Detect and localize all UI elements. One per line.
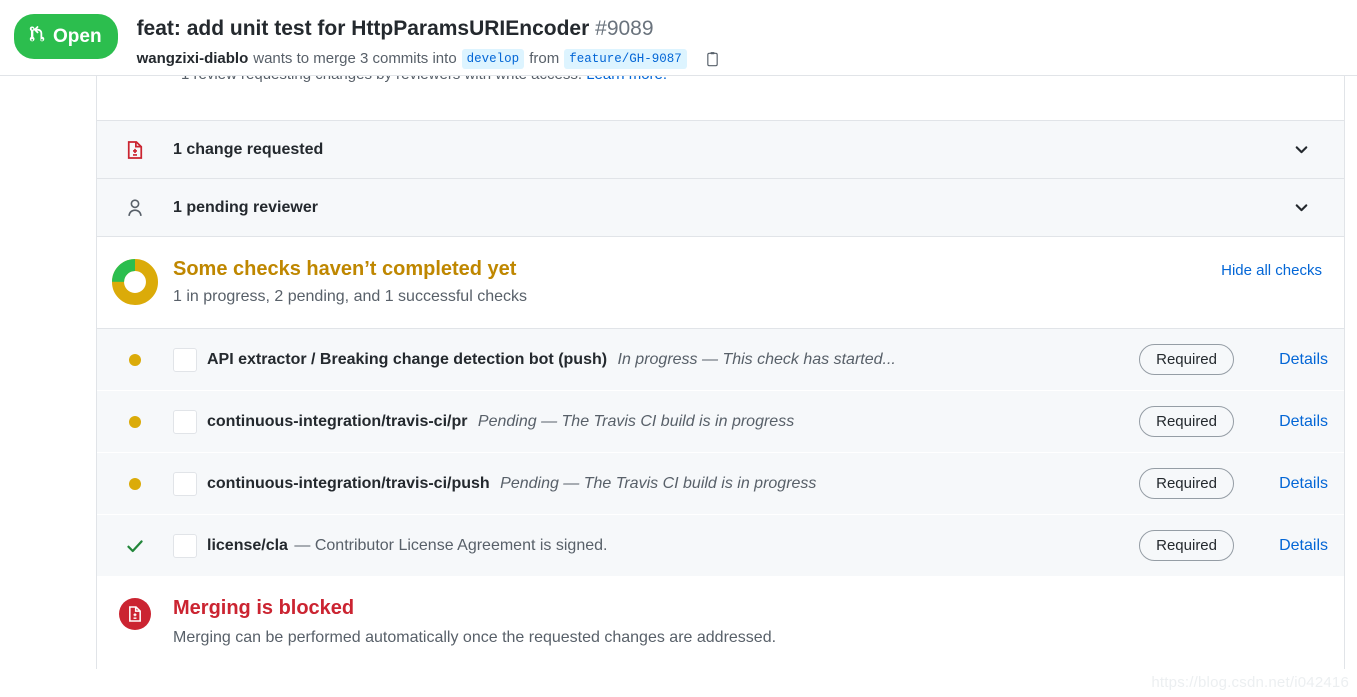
check-name: API extractor / Breaking change detectio… <box>207 350 608 368</box>
checks-summary: Some checks haven’t completed yet 1 in p… <box>97 237 1344 329</box>
from-text: from <box>529 50 560 67</box>
check-description: Pending — The Travis CI build is in prog… <box>500 474 817 492</box>
required-badge[interactable]: Required <box>1139 406 1234 437</box>
required-badge[interactable]: Required <box>1139 344 1234 375</box>
details-link[interactable]: Details <box>1264 413 1328 431</box>
check-description: In progress — This check has started... <box>617 350 896 368</box>
check-name: continuous-integration/travis-ci/pr <box>207 412 468 430</box>
checks-summary-texts: Some checks haven’t completed yet 1 in p… <box>173 256 1221 308</box>
row-label: 1 change requested <box>173 140 324 158</box>
details-link[interactable]: Details <box>1264 475 1328 493</box>
file-diff-icon <box>97 139 173 161</box>
check-avatar <box>173 347 197 372</box>
merging-blocked-icon-wrap <box>97 595 173 630</box>
merging-blocked-heading: Merging is blocked <box>173 597 355 619</box>
required-badge[interactable]: Required <box>1139 530 1234 561</box>
row-label: 1 pending reviewer <box>173 198 318 216</box>
pr-action-text: wants to merge 3 commits into <box>253 50 457 67</box>
check-text: license/cla — Contributor License Agreem… <box>207 535 1139 557</box>
base-branch-chip[interactable]: develop <box>461 49 525 69</box>
pr-title-line: feat: add unit test for HttpParamsURIEnc… <box>137 15 721 43</box>
chevron-down-icon[interactable] <box>1293 141 1328 158</box>
check-name: license/cla <box>207 536 288 554</box>
hide-all-checks-link[interactable]: Hide all checks <box>1221 256 1328 279</box>
check-name: continuous-integration/travis-ci/push <box>207 474 490 492</box>
file-diff-icon <box>119 598 151 630</box>
clipboard-copy-icon[interactable] <box>704 51 721 68</box>
person-icon <box>97 197 173 219</box>
row-change-requested[interactable]: 1 change requested <box>97 121 1344 179</box>
pull-request-page: Open feat: add unit test for HttpParamsU… <box>0 0 1357 697</box>
check-avatar <box>173 471 197 496</box>
details-link[interactable]: Details <box>1264 351 1328 369</box>
merging-blocked-texts: Merging is blocked Merging can be perfor… <box>173 595 776 649</box>
checks-summary-heading: Some checks haven’t completed yet <box>173 258 517 280</box>
learn-more-link[interactable]: Learn more. <box>586 76 667 83</box>
required-badge[interactable]: Required <box>1139 468 1234 499</box>
pr-header-text: feat: add unit test for HttpParamsURIEnc… <box>137 14 721 70</box>
pr-subtitle: wangzixi-diablo wants to merge 3 commits… <box>137 48 721 70</box>
yellow-dot-icon <box>97 415 173 428</box>
chevron-down-icon[interactable] <box>1293 199 1328 216</box>
watermark: https://blog.csdn.net/i042416 <box>1151 674 1349 691</box>
row-pending-reviewer[interactable]: 1 pending reviewer <box>97 179 1344 237</box>
pr-number: #9089 <box>595 17 654 40</box>
pr-header: Open feat: add unit test for HttpParamsU… <box>0 0 1357 76</box>
yellow-dot-icon <box>97 353 173 366</box>
merge-status-box: 1 review requesting changes by reviewers… <box>96 76 1345 669</box>
page-title: feat: add unit test for HttpParamsURIEnc… <box>136 17 590 40</box>
checks-summary-subtext: 1 in progress, 2 pending, and 1 successf… <box>173 288 527 305</box>
merging-blocked-section: Merging is blocked Merging can be perfor… <box>97 577 1344 669</box>
check-row[interactable]: license/cla — Contributor License Agreem… <box>97 515 1344 577</box>
check-description: Pending — The Travis CI build is in prog… <box>477 412 795 430</box>
check-text: continuous-integration/travis-ci/pr Pend… <box>207 411 1139 433</box>
check-text: continuous-integration/travis-ci/push Pe… <box>207 473 1139 495</box>
green-check-icon <box>97 536 173 556</box>
merging-blocked-subtext: Merging can be performed automatically o… <box>173 629 777 646</box>
check-avatar <box>173 533 197 558</box>
git-pull-request-icon <box>28 25 47 48</box>
check-row[interactable]: continuous-integration/travis-ci/push Pe… <box>97 453 1344 515</box>
checks-donut-chart <box>97 256 173 305</box>
check-text: API extractor / Breaking change detectio… <box>207 349 1139 371</box>
pr-author[interactable]: wangzixi-diablo <box>137 48 249 70</box>
review-notice-label: 1 review requesting changes by reviewers… <box>181 76 582 83</box>
details-link[interactable]: Details <box>1264 537 1328 555</box>
check-avatar <box>173 409 197 434</box>
check-row[interactable]: continuous-integration/travis-ci/pr Pend… <box>97 391 1344 453</box>
pr-state-badge[interactable]: Open <box>14 14 118 59</box>
review-notice-text: 1 review requesting changes by reviewers… <box>181 76 667 86</box>
check-row[interactable]: API extractor / Breaking change detectio… <box>97 329 1344 391</box>
yellow-dot-icon <box>97 477 173 490</box>
head-branch-chip[interactable]: feature/GH-9087 <box>564 49 687 69</box>
check-description: — Contributor License Agreement is signe… <box>294 536 608 554</box>
review-notice-row: 1 review requesting changes by reviewers… <box>97 76 1344 121</box>
pr-state-label: Open <box>53 26 102 47</box>
